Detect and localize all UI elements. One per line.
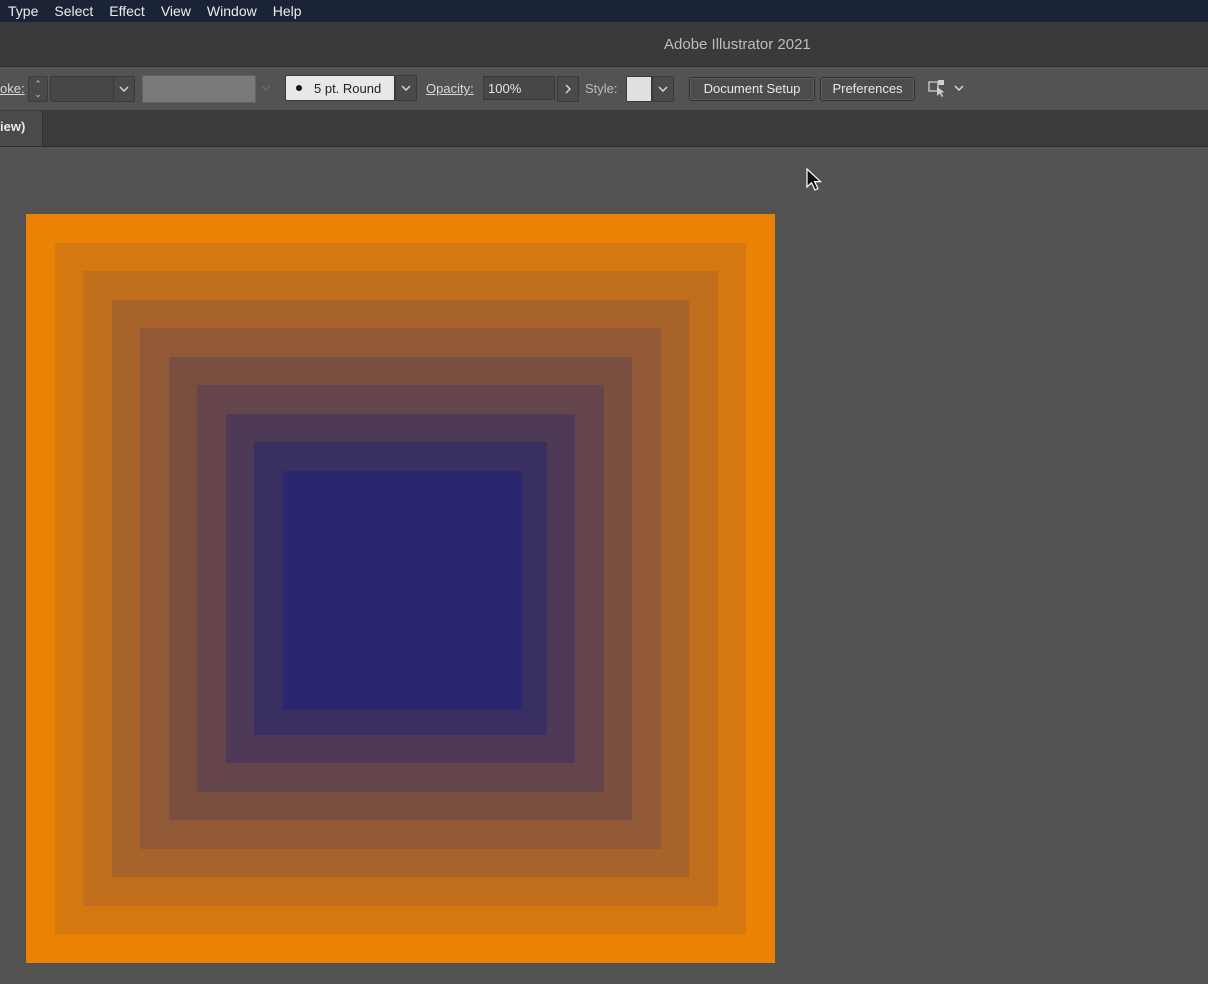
brush-dot-icon xyxy=(296,85,302,91)
chevron-down-icon xyxy=(954,85,964,91)
menu-select[interactable]: Select xyxy=(46,0,101,22)
opacity-expand-button[interactable] xyxy=(557,76,579,102)
title-bar: Adobe Illustrator 2021 xyxy=(0,22,1208,67)
window-title: Adobe Illustrator 2021 xyxy=(664,36,811,53)
style-label: Style: xyxy=(585,81,618,96)
menu-effect[interactable]: Effect xyxy=(101,0,153,22)
chevron-down-icon xyxy=(261,85,271,91)
stroke-weight-field[interactable] xyxy=(50,76,114,102)
chevron-down-icon xyxy=(658,86,668,92)
variable-width-profile[interactable] xyxy=(142,75,256,103)
control-bar: oke: ⌃ ⌄ 5 pt. Round Opacity: 100% Style… xyxy=(0,67,1208,111)
menu-window[interactable]: Window xyxy=(199,0,265,22)
chevron-down-icon xyxy=(401,85,411,91)
preferences-button[interactable]: Preferences xyxy=(820,77,915,101)
menu-type[interactable]: Type xyxy=(0,0,46,22)
canvas[interactable] xyxy=(0,147,1208,984)
chevron-right-icon xyxy=(565,84,571,94)
document-tab-bar: iew) xyxy=(0,111,1208,147)
document-setup-button[interactable]: Document Setup xyxy=(689,77,815,101)
concentric-square[interactable] xyxy=(283,471,522,710)
brush-dropdown[interactable] xyxy=(395,75,417,101)
arrange-documents-button[interactable] xyxy=(926,78,972,98)
chevron-down-icon xyxy=(119,86,129,92)
graphic-style-swatch[interactable] xyxy=(626,76,652,102)
stroke-label[interactable]: oke: xyxy=(0,81,25,96)
menu-view[interactable]: View xyxy=(153,0,199,22)
chevron-up-icon[interactable]: ⌃ xyxy=(34,79,42,89)
stroke-weight-stepper[interactable]: ⌃ ⌄ xyxy=(28,76,48,102)
menu-bar: Type Select Effect View Window Help xyxy=(0,0,1208,22)
document-tab[interactable]: iew) xyxy=(0,111,43,146)
opacity-field[interactable]: 100% xyxy=(483,76,555,100)
chevron-down-icon[interactable]: ⌄ xyxy=(34,89,42,99)
opacity-label[interactable]: Opacity: xyxy=(426,81,474,96)
arrange-documents-icon xyxy=(928,80,945,97)
mouse-cursor-icon xyxy=(806,168,823,191)
graphic-style-dropdown[interactable] xyxy=(652,76,674,102)
menu-help[interactable]: Help xyxy=(265,0,310,22)
brush-label: 5 pt. Round xyxy=(314,80,382,96)
document-tab-label: iew) xyxy=(0,119,26,134)
variable-width-dropdown[interactable] xyxy=(256,75,276,101)
brush-definition-field[interactable]: 5 pt. Round xyxy=(285,75,395,101)
stroke-weight-dropdown[interactable] xyxy=(113,76,135,102)
